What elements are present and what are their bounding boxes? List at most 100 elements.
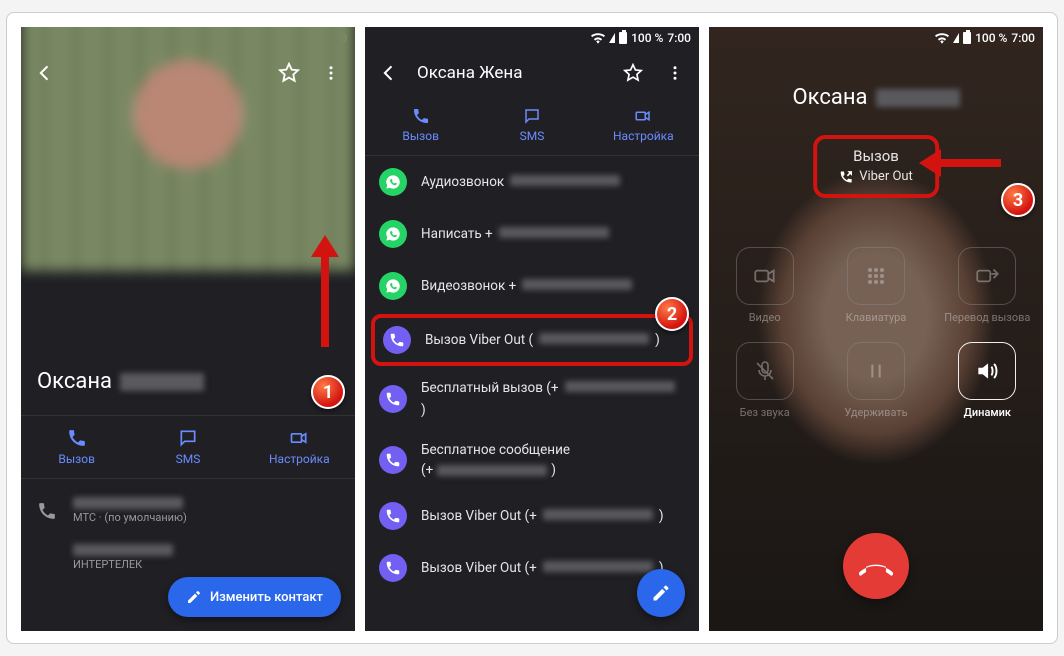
contact-number-row[interactable]: ИНТЕРТЕЛЕК <box>21 534 355 581</box>
action-sms[interactable]: SMS <box>132 416 243 478</box>
action-video-label: Настройка <box>269 452 330 466</box>
call-keypad-label: Клавиатура <box>846 311 907 324</box>
phone-panel-1: 100 % 7:00 Оксана Вызов <box>21 27 355 631</box>
contact-header <box>21 49 355 97</box>
action-call[interactable]: Вызов <box>365 97 476 155</box>
phone-number-blurred <box>510 175 620 186</box>
phone-icon <box>67 428 87 448</box>
clock-text: 7:00 <box>1011 31 1035 45</box>
clock-text: 7:00 <box>667 31 691 45</box>
pencil-icon <box>186 589 202 605</box>
row-label: Бесплатный вызов (+ <box>421 380 559 396</box>
row-label: Видеозвонок + <box>421 278 516 294</box>
battery-icon <box>619 32 627 44</box>
more-icon[interactable] <box>317 59 345 87</box>
action-sms-label: SMS <box>176 452 201 466</box>
call-mute-button[interactable]: Без звука <box>709 342 820 419</box>
contact-name-row: Оксана <box>37 369 204 394</box>
step-badge-2: 2 <box>655 297 689 331</box>
more-icon[interactable] <box>661 59 689 87</box>
viber-icon <box>379 502 407 530</box>
row-label: Бесплатное сообщение <box>421 442 570 458</box>
sms-icon <box>523 107 541 125</box>
phone-icon <box>412 107 430 125</box>
sms-icon <box>178 428 198 448</box>
back-icon[interactable] <box>375 59 403 87</box>
back-icon[interactable] <box>31 59 59 87</box>
call-hold-label: Удерживать <box>844 406 907 419</box>
action-call[interactable]: Вызов <box>21 416 132 478</box>
carrier-label: МТС · (по умолчанию) <box>73 511 187 524</box>
whatsapp-icon <box>379 220 407 248</box>
action-video[interactable]: Настройка <box>244 416 355 478</box>
pencil-icon <box>651 583 671 603</box>
call-keypad-button[interactable]: Клавиатура <box>820 247 931 324</box>
call-status-label: Вызов <box>839 147 913 165</box>
hangup-icon <box>859 549 893 583</box>
phone-number-blurred <box>543 509 653 520</box>
contact-last-name-blurred <box>120 373 204 391</box>
phone-number-blurred <box>522 279 632 290</box>
call-controls: Видео Клавиатура Перевод вызова Без звук… <box>709 247 1043 419</box>
status-bar: 100 % 7:00 <box>709 27 1043 49</box>
step-badge-3: 3 <box>1001 183 1035 217</box>
row-label: Вызов Viber Out ( <box>425 332 533 348</box>
contact-numbers: МТС · (по умолчанию) ИНТЕРТЕЛЕК <box>21 487 355 581</box>
action-call-label: Вызов <box>58 452 95 466</box>
call-hold-button[interactable]: Удерживать <box>820 342 931 419</box>
action-video-label: Настройка <box>613 129 674 143</box>
row-label: Написать + <box>421 226 493 242</box>
call-speaker-button[interactable]: Динамик <box>932 342 1043 419</box>
pause-icon <box>865 360 887 382</box>
phone-number-blurred <box>499 227 609 238</box>
phone-number-blurred <box>73 544 173 556</box>
arrow-up-icon <box>311 235 339 347</box>
contact-actions: Вызов SMS Настройка <box>365 97 699 156</box>
end-call-button[interactable] <box>843 533 909 599</box>
star-icon[interactable] <box>619 59 647 87</box>
arrow-left-icon <box>919 149 1001 177</box>
integration-row[interactable]: Вызов Viber Out (+) <box>365 490 699 542</box>
action-sms[interactable]: SMS <box>476 97 587 155</box>
battery-text: 100 % <box>975 31 1007 45</box>
integration-row[interactable]: Бесплатный вызов (+) <box>365 368 699 430</box>
row-label: Вызов Viber Out (+ <box>421 560 537 576</box>
row-label: Аудиозвонок <box>421 174 504 190</box>
contact-last-name-blurred <box>876 89 960 107</box>
contact-actions: Вызов SMS Настройка <box>21 415 355 479</box>
edit-contact-label: Изменить контакт <box>210 590 323 605</box>
integration-row[interactable]: Видеозвонок + <box>365 260 699 312</box>
phone-number-blurred <box>73 497 183 509</box>
row-label: Вызов Viber Out (+ <box>421 508 537 524</box>
contact-header: Оксана Жена <box>365 49 699 97</box>
videocam-icon <box>752 263 778 289</box>
star-icon[interactable] <box>275 59 303 87</box>
call-transfer-button[interactable]: Перевод вызова <box>932 247 1043 324</box>
phone-number-blurred <box>539 333 649 344</box>
call-video-button[interactable]: Видео <box>709 247 820 324</box>
battery-text: 100 % <box>631 31 663 45</box>
whatsapp-icon <box>379 168 407 196</box>
integration-row[interactable]: Написать + <box>365 208 699 260</box>
phone-number-blurred <box>565 381 675 392</box>
integration-row[interactable]: Бесплатное сообщение(+) <box>365 430 699 490</box>
phone-panel-2: 100 % 7:00 Оксана Жена Вызов SMS <box>365 27 699 631</box>
integration-row[interactable]: Аудиозвонок <box>365 156 699 208</box>
call-transfer-label: Перевод вызова <box>944 311 1030 324</box>
action-sms-label: SMS <box>520 129 545 143</box>
contact-number-row[interactable]: МТС · (по умолчанию) <box>21 487 355 534</box>
integration-list: Аудиозвонок Написать + Видеозвонок + Вызов … <box>365 156 699 594</box>
transfer-icon <box>974 263 1000 289</box>
action-video[interactable]: Настройка <box>588 97 699 155</box>
call-video-label: Видео <box>749 311 781 324</box>
edit-contact-fab[interactable] <box>637 569 685 617</box>
action-call-label: Вызов <box>402 129 439 143</box>
step-badge-1: 1 <box>311 375 345 409</box>
viber-out-row-highlighted[interactable]: Вызов Viber Out () <box>371 314 693 366</box>
keypad-icon <box>864 264 888 288</box>
call-method-label: Viber Out <box>859 169 913 184</box>
edit-contact-fab[interactable]: Изменить контакт <box>168 577 341 617</box>
viber-icon <box>383 326 411 354</box>
status-bar: 100 % 7:00 <box>365 27 699 49</box>
carrier-label: ИНТЕРТЕЛЕК <box>73 558 173 571</box>
